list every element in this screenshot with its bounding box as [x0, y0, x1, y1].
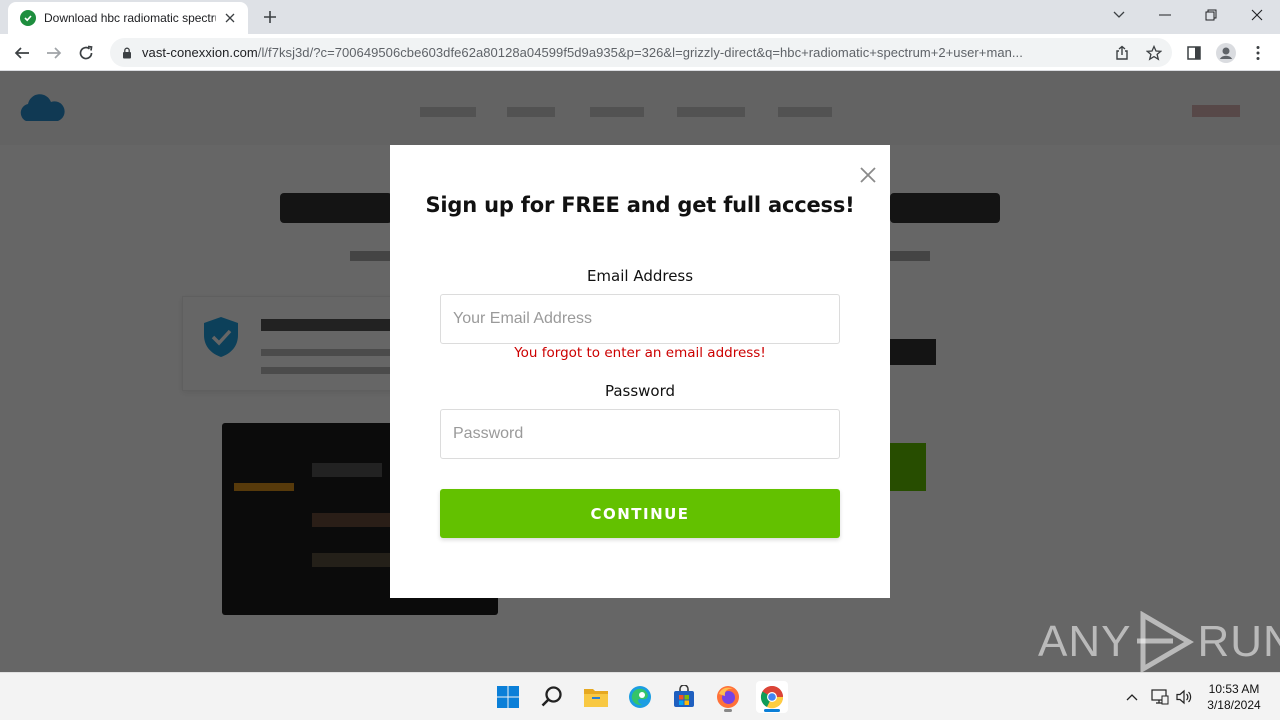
tab-bar: Download hbc radiomatic spectrum 2 user … [0, 0, 1280, 34]
windows-start-icon[interactable] [492, 681, 524, 713]
forward-arrow-icon[interactable] [41, 40, 67, 66]
network-icon[interactable] [1150, 687, 1170, 707]
share-icon[interactable] [1113, 44, 1131, 62]
password-label: Password [604, 382, 676, 400]
close-icon[interactable] [858, 165, 878, 185]
modal-title: Sign up for FREE and get full access! [425, 193, 855, 217]
system-clock[interactable]: 10:53 AM 3/18/2024 [1196, 681, 1272, 713]
close-window-icon[interactable] [1234, 0, 1280, 30]
restore-icon[interactable] [1188, 0, 1234, 30]
reload-icon[interactable] [73, 40, 99, 66]
minimize-icon[interactable] [1142, 0, 1188, 30]
chevron-up-icon[interactable] [1122, 687, 1142, 707]
file-explorer-icon[interactable] [580, 681, 612, 713]
firefox-icon[interactable] [712, 681, 744, 713]
password-input[interactable] [440, 409, 840, 459]
anyrun-watermark: ANY RUN [1038, 611, 1280, 673]
menu-kebab-icon[interactable] [1245, 40, 1271, 66]
email-input[interactable] [440, 294, 840, 344]
tab-close-icon[interactable] [222, 10, 238, 26]
clock-date: 3/18/2024 [1207, 698, 1261, 712]
watermark-left-text: ANY [1038, 617, 1132, 666]
search-icon[interactable] [536, 681, 568, 713]
new-tab-icon[interactable] [258, 7, 282, 27]
url-text[interactable]: vast-conexxion.com/l/f7ksj3d/?c=70064950… [142, 45, 1102, 60]
url-path: /l/f7ksj3d/?c=700649506cbe603dfe62a80128… [257, 45, 1023, 60]
chrome-icon[interactable] [756, 681, 788, 713]
url-host: vast-conexxion.com [142, 45, 258, 60]
bookmark-star-icon[interactable] [1145, 44, 1163, 62]
browser-tab[interactable]: Download hbc radiomatic spectrum 2 user … [8, 2, 248, 34]
back-arrow-icon[interactable] [9, 40, 35, 66]
tab-search-chevron-icon[interactable] [1096, 0, 1142, 30]
side-panel-icon[interactable] [1181, 40, 1207, 66]
clock-time: 10:53 AM [1208, 682, 1260, 696]
edge-icon[interactable] [624, 681, 656, 713]
watermark-right-text: RUN [1197, 617, 1280, 666]
play-logo-icon [1137, 611, 1195, 673]
browser-toolbar: vast-conexxion.com/l/f7ksj3d/?c=70064950… [0, 34, 1280, 71]
volume-icon[interactable] [1174, 687, 1194, 707]
address-bar[interactable]: vast-conexxion.com/l/f7ksj3d/?c=70064950… [110, 38, 1172, 67]
email-label: Email Address [586, 267, 694, 285]
profile-avatar-icon[interactable] [1213, 40, 1239, 66]
signup-modal: Sign up for FREE and get full access! Em… [390, 145, 890, 598]
email-error-message: You forgot to enter an email address! [514, 345, 766, 361]
microsoft-store-icon[interactable] [668, 681, 700, 713]
lock-icon[interactable] [120, 46, 134, 60]
tab-title: Download hbc radiomatic spectrum 2 user … [44, 11, 216, 25]
active-indicator [764, 709, 780, 712]
continue-button[interactable]: CONTINUE [440, 489, 840, 538]
running-indicator [724, 709, 732, 712]
windows-taskbar: 10:53 AM 3/18/2024 [0, 672, 1280, 720]
shield-check-icon [20, 10, 36, 26]
